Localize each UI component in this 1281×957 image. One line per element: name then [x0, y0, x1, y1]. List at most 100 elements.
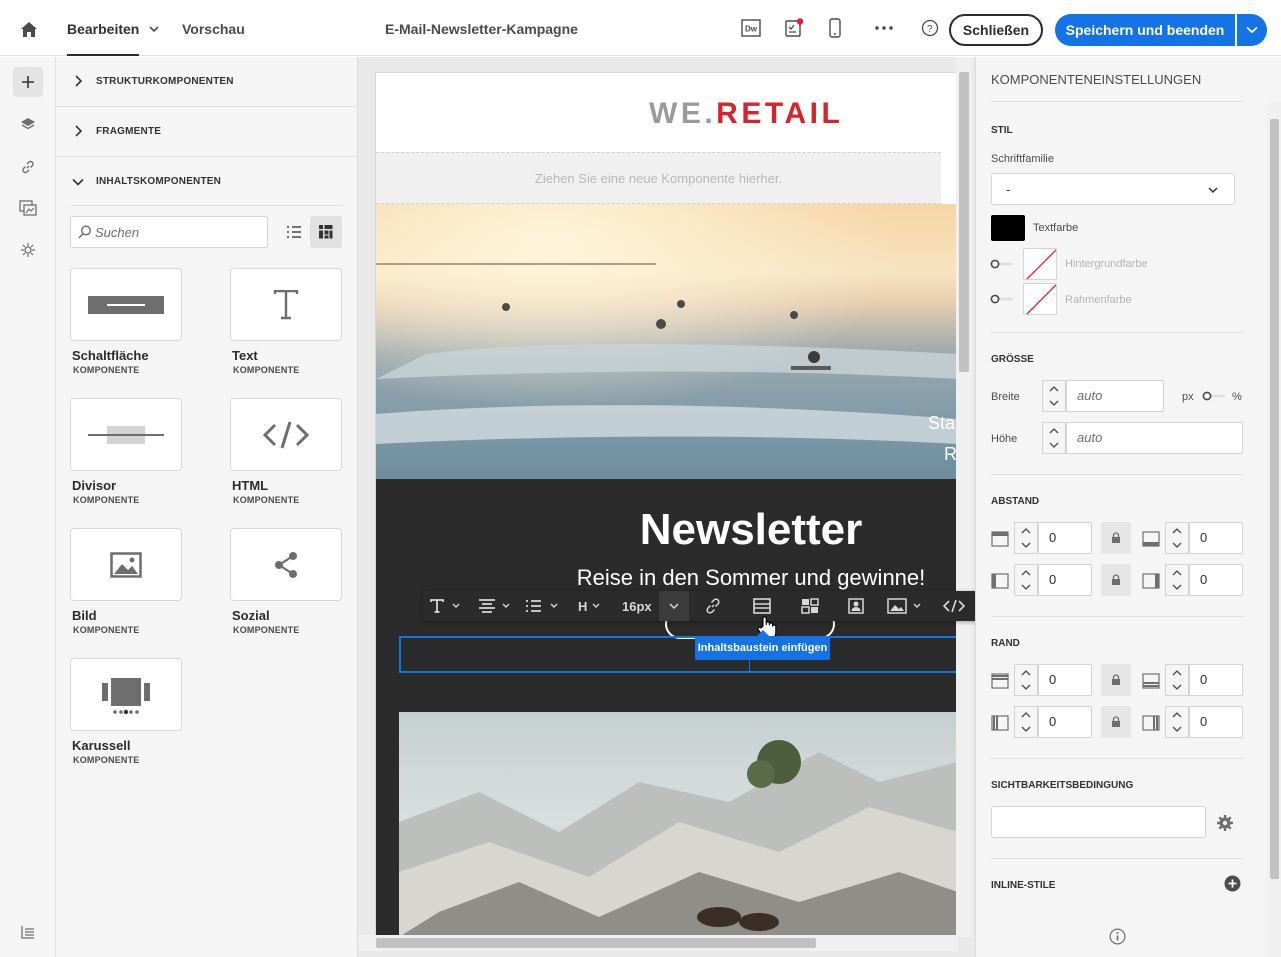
code-view-icon[interactable]: [943, 591, 965, 621]
add-inline-style-icon[interactable]: [1224, 875, 1241, 892]
border-left-input[interactable]: 0: [1038, 706, 1092, 738]
mountain-image[interactable]: [399, 712, 956, 935]
padding-left-stepper[interactable]: [1014, 564, 1038, 596]
visibility-condition-input[interactable]: [991, 806, 1206, 838]
link-icon[interactable]: [704, 591, 722, 621]
close-button[interactable]: Schließen: [949, 14, 1043, 46]
font-size-chevron-icon[interactable]: [659, 591, 689, 621]
grid-view-icon[interactable]: [310, 216, 342, 248]
button-component-tile[interactable]: [70, 268, 182, 341]
layers-icon[interactable]: [13, 109, 43, 139]
gear-icon[interactable]: [1216, 814, 1234, 832]
padding-lock-icon[interactable]: [1101, 564, 1131, 596]
padding-top-stepper[interactable]: [1014, 522, 1038, 554]
image-component-tile[interactable]: [70, 528, 182, 601]
list-view-icon[interactable]: [278, 216, 310, 248]
width-input[interactable]: auto: [1066, 380, 1164, 412]
more-options-icon[interactable]: [873, 17, 895, 39]
text-style-icon[interactable]: [430, 591, 460, 621]
padding-bottom-stepper[interactable]: [1165, 522, 1189, 554]
selected-component-outline[interactable]: [399, 636, 956, 673]
personalization-icon[interactable]: [13, 235, 43, 265]
border-lock-icon[interactable]: [1101, 706, 1131, 738]
mobile-preview-icon[interactable]: [824, 17, 846, 39]
padding-left-input[interactable]: 0: [1038, 564, 1092, 596]
tile-type: KOMPONENTE: [73, 755, 140, 765]
font-family-select[interactable]: -: [991, 173, 1235, 205]
accordion-label: STRUKTURKOMPONENTEN: [96, 76, 234, 87]
save-options-chevron-icon[interactable]: [1237, 14, 1267, 46]
padding-right-stepper[interactable]: [1165, 564, 1189, 596]
text-color-swatch[interactable]: [991, 215, 1025, 241]
font-size-value[interactable]: 16px: [622, 591, 652, 621]
accordion-content-components[interactable]: INHALTSKOMPONENTEN: [56, 157, 358, 207]
tile-name: Sozial: [232, 608, 270, 623]
border-left-stepper[interactable]: [1014, 706, 1038, 738]
padding-right-input[interactable]: 0: [1189, 564, 1243, 596]
accordion-structure-components[interactable]: STRUKTURKOMPONENTEN: [56, 57, 358, 107]
height-input[interactable]: auto: [1066, 422, 1243, 454]
image-dropdown-icon[interactable]: [887, 591, 923, 621]
home-icon[interactable]: [14, 14, 44, 44]
accordion-label: INHALTSKOMPONENTEN: [96, 176, 222, 187]
padding-bottom-input[interactable]: 0: [1189, 522, 1243, 554]
divider: [991, 616, 1244, 617]
border-color-swatch[interactable]: [1023, 283, 1057, 315]
bullet-list-icon[interactable]: [525, 591, 561, 621]
unit-toggle[interactable]: [1202, 391, 1226, 401]
assets-icon[interactable]: [13, 193, 43, 223]
border-bottom-stepper[interactable]: [1165, 664, 1189, 696]
background-color-swatch[interactable]: [1023, 248, 1057, 280]
layout-icon[interactable]: [801, 591, 819, 621]
border-bottom-input[interactable]: 0: [1189, 664, 1243, 696]
social-component-tile[interactable]: [230, 528, 342, 601]
drop-zone[interactable]: Ziehen Sie eine neue Komponente hierher.: [376, 152, 941, 204]
height-stepper[interactable]: [1042, 422, 1066, 454]
navigation-tree-icon[interactable]: [13, 917, 43, 947]
insertion-marker: [749, 660, 750, 673]
hero-surf-image[interactable]: Sta R: [376, 204, 956, 479]
settings-scroll-thumb[interactable]: [1270, 119, 1279, 879]
width-stepper[interactable]: [1042, 380, 1066, 412]
background-color-toggle[interactable]: [990, 259, 1014, 269]
tile-name: Divisor: [72, 478, 117, 493]
border-color-toggle[interactable]: [990, 294, 1014, 304]
align-center-icon[interactable]: [478, 591, 514, 621]
carousel-component-tile[interactable]: [70, 658, 182, 731]
border-bottom-icon: [1142, 673, 1160, 689]
tab-edit[interactable]: Bearbeiten: [67, 0, 140, 56]
checklist-icon[interactable]: [783, 17, 805, 39]
personalization-field-icon[interactable]: [848, 591, 864, 621]
components-panel: STRUKTURKOMPONENTEN FRAGMENTE INHALTSKOM…: [56, 57, 358, 957]
tile-name: Schaltfläche: [72, 348, 149, 363]
border-lock-icon[interactable]: [1101, 664, 1131, 696]
component-search-input[interactable]: Suchen: [70, 216, 268, 248]
vertical-scroll-thumb[interactable]: [959, 72, 969, 372]
border-right-stepper[interactable]: [1165, 706, 1189, 738]
tab-preview[interactable]: Vorschau: [182, 0, 245, 56]
tile-type: KOMPONENTE: [73, 365, 140, 375]
chevron-down-icon[interactable]: [149, 21, 159, 39]
add-components-icon[interactable]: [13, 67, 43, 97]
link-icon[interactable]: [13, 152, 43, 182]
padding-lock-icon[interactable]: [1101, 522, 1131, 554]
info-icon[interactable]: [1109, 928, 1126, 945]
dreamweaver-icon[interactable]: Dw: [740, 17, 762, 39]
save-and-close-button[interactable]: Speichern und beenden: [1055, 14, 1235, 46]
heading-dropdown[interactable]: H: [578, 591, 604, 621]
border-top-stepper[interactable]: [1014, 664, 1038, 696]
border-top-input[interactable]: 0: [1038, 664, 1092, 696]
text-component-tile[interactable]: [230, 268, 342, 341]
newsletter-title[interactable]: Newsletter: [376, 505, 956, 555]
section-inline-styles: INLINE-STILE: [991, 880, 1056, 891]
horizontal-scroll-thumb[interactable]: [376, 938, 816, 948]
border-right-input[interactable]: 0: [1189, 706, 1243, 738]
section-size: GRÖSSE: [991, 354, 1034, 365]
divider-component-tile[interactable]: [70, 398, 182, 471]
help-icon[interactable]: ?: [919, 17, 941, 39]
padding-top-input[interactable]: 0: [1038, 522, 1092, 554]
accordion-fragments[interactable]: FRAGMENTE: [56, 107, 358, 157]
newsletter-subtitle[interactable]: Reise in den Sommer und gewinne!: [376, 565, 956, 591]
html-component-tile[interactable]: [230, 398, 342, 471]
tile-name: Karussell: [72, 738, 131, 753]
